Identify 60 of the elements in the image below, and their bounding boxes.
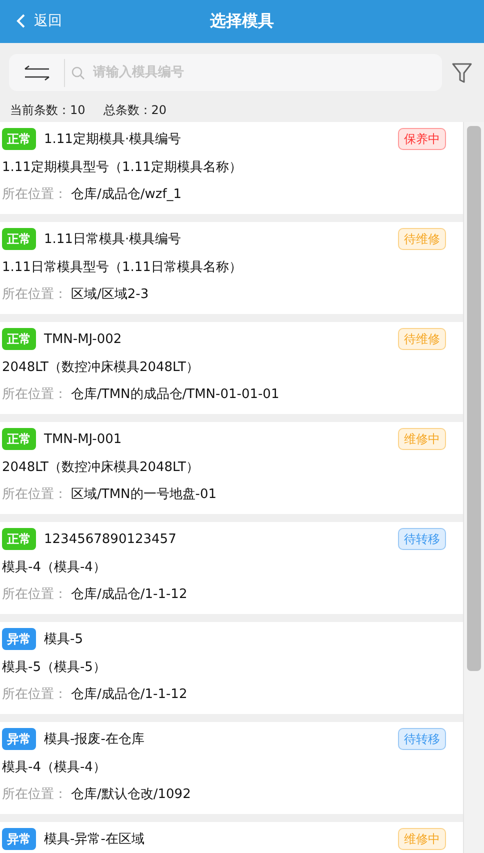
- location-value: 仓库/成品仓/1-1-12: [71, 586, 188, 604]
- status-tag: 待维修: [398, 328, 446, 350]
- location-value: 仓库/TMN的成品仓/TMN-01-01-01: [71, 386, 280, 404]
- scrollbar[interactable]: [467, 126, 481, 671]
- status-tag: 待转移: [398, 528, 446, 550]
- status-tag: 维修中: [398, 828, 446, 850]
- location-value: 仓库/成品仓/1-1-12: [71, 686, 188, 704]
- mold-code: 模具-异常-在区域: [44, 831, 146, 848]
- mold-card[interactable]: 正常 1.11日常模具·模具编号 待维修 1.11日常模具型号（1.11日常模具名称） 所在位置： 区域/区域2-3: [0, 222, 463, 314]
- swap-arrows-icon[interactable]: [24, 64, 50, 80]
- total-count: 总条数：20: [103, 102, 167, 118]
- mold-code: 模具-5: [44, 631, 84, 648]
- mold-model: 模具-4（模具-4）: [2, 759, 107, 777]
- mold-model: 2048LT（数控冲床模具2048LT）: [2, 359, 200, 377]
- location-label: 所在位置：: [2, 586, 67, 604]
- location-label: 所在位置：: [2, 686, 67, 704]
- mold-card[interactable]: 正常 TMN-MJ-001 维修中 2048LT（数控冲床模具2048LT） 所在位置： 区域/TMN的一号地盘-01: [0, 422, 463, 514]
- status-tag: 待转移: [398, 728, 446, 750]
- current-count: 当前条数：10: [10, 102, 86, 118]
- health-tag: 正常: [2, 228, 36, 250]
- location-value: 区域/区域2-3: [71, 286, 149, 304]
- mold-model: 1.11定期模具型号（1.11定期模具名称）: [2, 159, 243, 177]
- health-tag: 正常: [2, 528, 36, 550]
- health-tag: 正常: [2, 428, 36, 450]
- mold-card[interactable]: 异常 模具-5 模具-5（模具-5） 所在位置： 仓库/成品仓/1-1-12: [0, 622, 463, 714]
- mold-code: 1234567890123457: [44, 532, 178, 546]
- health-tag: 异常: [2, 628, 36, 650]
- status-tag: 待维修: [398, 228, 446, 250]
- mold-code: TMN-MJ-002: [44, 332, 123, 346]
- search-icon: [71, 66, 85, 80]
- location-label: 所在位置：: [2, 186, 67, 204]
- mold-card[interactable]: 正常 1234567890123457 待转移 模具-4（模具-4） 所在位置： 仓库/成品仓/1-1-12: [0, 522, 463, 614]
- location-value: 仓库/成品仓/wzf_1: [71, 186, 182, 204]
- mold-code: 1.11日常模具·模具编号: [44, 231, 182, 248]
- filter-icon[interactable]: [452, 62, 474, 84]
- page-title: 选择模具: [210, 11, 274, 32]
- mold-model: 2048LT（数控冲床模具2048LT）: [2, 459, 200, 477]
- location-value: 区域/TMN的一号地盘-01: [71, 486, 216, 504]
- health-tag: 异常: [2, 728, 36, 750]
- mold-card[interactable]: 正常 TMN-MJ-002 待维修 2048LT（数控冲床模具2048LT） 所在位置： 仓库/TMN的成品仓/TMN-01-01-01: [0, 322, 463, 414]
- health-tag: 异常: [2, 828, 36, 850]
- back-chevron-icon: [16, 14, 26, 28]
- mold-card[interactable]: 正常 1.11定期模具·模具编号 保养中 1.11定期模具型号（1.11定期模具名称） 所在位置： 仓库/成品仓/wzf_1: [0, 122, 463, 214]
- mold-code: 模具-报废-在仓库: [44, 731, 146, 748]
- health-tag: 正常: [2, 128, 36, 150]
- mold-card[interactable]: 异常 模具-异常-在区域 维修中: [0, 822, 463, 853]
- mold-code: 1.11定期模具·模具编号: [44, 131, 182, 148]
- location-label: 所在位置：: [2, 386, 67, 404]
- mold-code: TMN-MJ-001: [44, 432, 123, 446]
- location-value: 仓库/默认仓改/1092: [71, 786, 191, 804]
- mold-card[interactable]: 异常 模具-报废-在仓库 待转移 模具-4（模具-4） 所在位置： 仓库/默认仓改/1092: [0, 722, 463, 814]
- mold-model: 模具-4（模具-4）: [2, 559, 107, 577]
- location-label: 所在位置：: [2, 286, 67, 304]
- status-tag: 保养中: [398, 128, 446, 150]
- mold-model: 1.11日常模具型号（1.11日常模具名称）: [2, 259, 243, 277]
- health-tag: 正常: [2, 328, 36, 350]
- mold-model: 模具-5（模具-5）: [2, 659, 107, 677]
- location-label: 所在位置：: [2, 786, 67, 804]
- status-tag: 维修中: [398, 428, 446, 450]
- location-label: 所在位置：: [2, 486, 67, 504]
